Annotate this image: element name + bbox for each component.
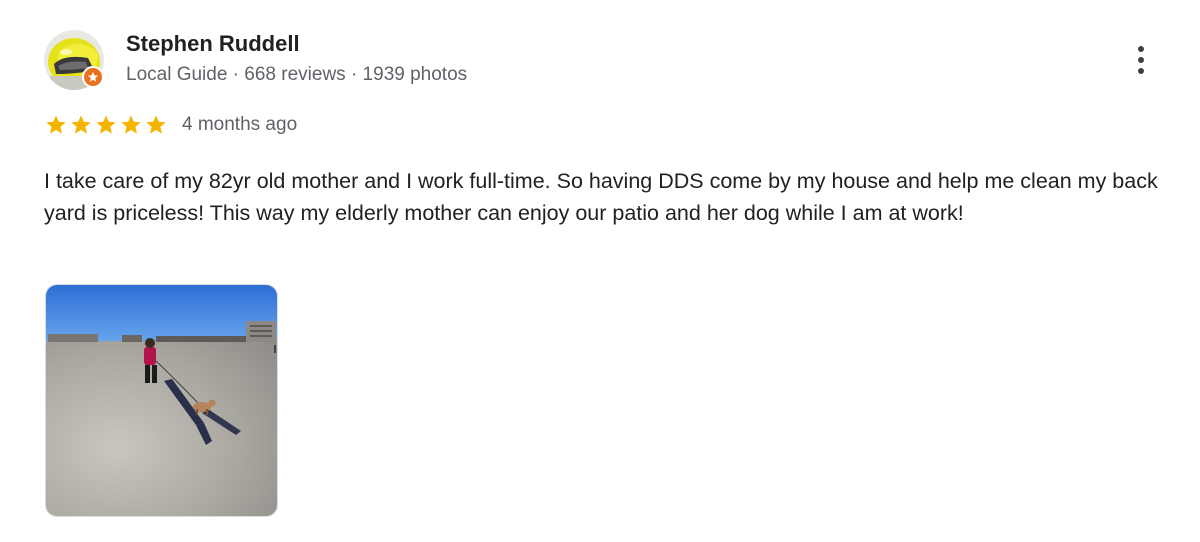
review-card: Stephen Ruddell Local Guide · 668 review… [0, 0, 1200, 542]
local-guide-badge-icon [82, 66, 104, 88]
review-date: 4 months ago [182, 114, 298, 135]
rating-row: 4 months ago [44, 111, 297, 139]
author-meta: Local Guide · 668 reviews · 1939 photos [126, 64, 468, 85]
badge-star-icon [87, 71, 99, 82]
star-icon [44, 113, 68, 137]
star-icon [94, 113, 118, 137]
more-options-icon[interactable] [1126, 40, 1156, 80]
star-icon [144, 113, 168, 137]
review-photo[interactable] [45, 284, 278, 517]
star-icon [69, 113, 93, 137]
review-text: I take care of my 82yr old mother and I … [44, 169, 1158, 225]
author-name[interactable]: Stephen Ruddell [126, 30, 300, 58]
star-rating [44, 113, 168, 137]
star-icon [119, 113, 143, 137]
beach-walk-photo [46, 285, 277, 516]
